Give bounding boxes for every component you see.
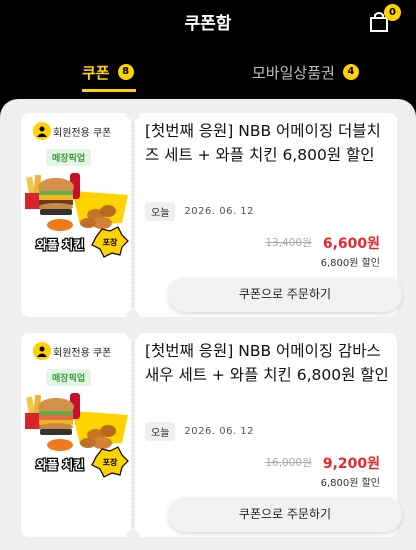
member-only-label: 회원전용 쿠폰 [53,127,112,139]
sale-price: 6,600원 [322,236,380,252]
ticket-notch [126,310,140,324]
price-row: 13,400원 6,600원 [265,233,380,253]
burger-set-image: 와플 치킨 포장 [25,173,129,258]
coupon-title: [첫번째 응원] NBB 어메이징 감바스 새우 세트 + 와플 치킨 6,80… [145,342,389,384]
original-price: 13,400원 [265,237,312,249]
cart-button[interactable]: 0 [368,4,401,33]
tab-coupon-label: 쿠폰 [82,64,110,82]
discount-amount: 6,800원 할인 [320,478,380,489]
app-header: 쿠폰함 0 [0,0,416,44]
image-caption: 와플 치킨 [36,237,84,252]
ticket-notch [126,106,140,120]
tab-coupon-count: 8 [117,64,134,80]
coupon-stub: 회원전용 쿠폰 매장픽업 와플 치킨 포장 [21,113,131,317]
image-caption: 와플 치킨 [36,457,84,472]
tab-coupon[interactable]: 쿠폰 8 [82,62,136,92]
active-tab-indicator [82,89,136,92]
perforation-line [132,343,134,527]
member-icon [33,342,51,360]
coupon-card: 회원전용 쿠폰 매장픽업 와플 치킨 포장 [첫번째 응원] NBB 어메이징 … [21,326,402,544]
coupon-title: [첫번째 응원] NBB 어메이징 더블치즈 세트 + 와플 치킨 6,800원… [145,122,381,164]
expiry-date: 2026. 06. 12 [184,206,255,217]
order-with-coupon-button[interactable]: 쿠폰으로 주문하기 [168,497,402,532]
page-title: 쿠폰함 [184,14,232,34]
ticket-notch [126,530,140,544]
coupon-stub: 회원전용 쿠폰 매장픽업 와플 치킨 포장 [21,333,131,537]
burger-set-image: 와플 치킨 포장 [25,393,129,478]
store-pickup-badge: 매장픽업 [46,149,92,166]
coupon-body: [첫번째 응원] NBB 어메이징 감바스 새우 세트 + 와플 치킨 6,80… [135,333,402,537]
discount-amount: 6,800원 할인 [320,258,380,269]
cart-count-badge: 0 [384,4,401,21]
price-row: 16,000원 9,200원 [265,453,380,473]
member-icon [33,122,51,140]
today-badge: 오늘 [145,422,176,441]
ticket-notch [126,326,140,340]
coupon-body: [첫번째 응원] NBB 어메이징 더블치즈 세트 + 와플 치킨 6,800원… [135,113,402,317]
tab-mobile-voucher[interactable]: 모바일상품권 4 [252,62,359,92]
takeout-sticker: 포장 [103,457,118,467]
member-only-label: 회원전용 쿠폰 [53,347,112,359]
order-with-coupon-button[interactable]: 쿠폰으로 주문하기 [168,277,402,312]
store-pickup-badge: 매장픽업 [46,369,92,386]
coupon-list[interactable]: 회원전용 쿠폰 매장픽업 와플 치킨 포장 [첫번째 응원] NBB 어메이징 … [0,99,416,550]
original-price: 16,000원 [265,457,312,469]
tab-mobile-voucher-label: 모바일상품권 [252,64,335,82]
member-only-tag: 회원전용 쿠폰 [33,122,111,140]
takeout-sticker: 포장 [103,237,118,247]
today-badge: 오늘 [145,202,176,221]
expiry-row: 오늘 2026. 06. 12 [145,422,254,441]
tab-mobile-voucher-count: 4 [342,64,359,80]
expiry-date: 2026. 06. 12 [184,426,255,437]
member-only-tag: 회원전용 쿠폰 [33,342,111,360]
expiry-row: 오늘 2026. 06. 12 [145,202,254,221]
tab-bar: 쿠폰 8 모바일상품권 4 [0,44,416,94]
perforation-line [132,123,134,307]
sale-price: 9,200원 [322,456,380,472]
coupon-card: 회원전용 쿠폰 매장픽업 와플 치킨 포장 [첫번째 응원] NBB 어메이징 … [21,106,402,324]
